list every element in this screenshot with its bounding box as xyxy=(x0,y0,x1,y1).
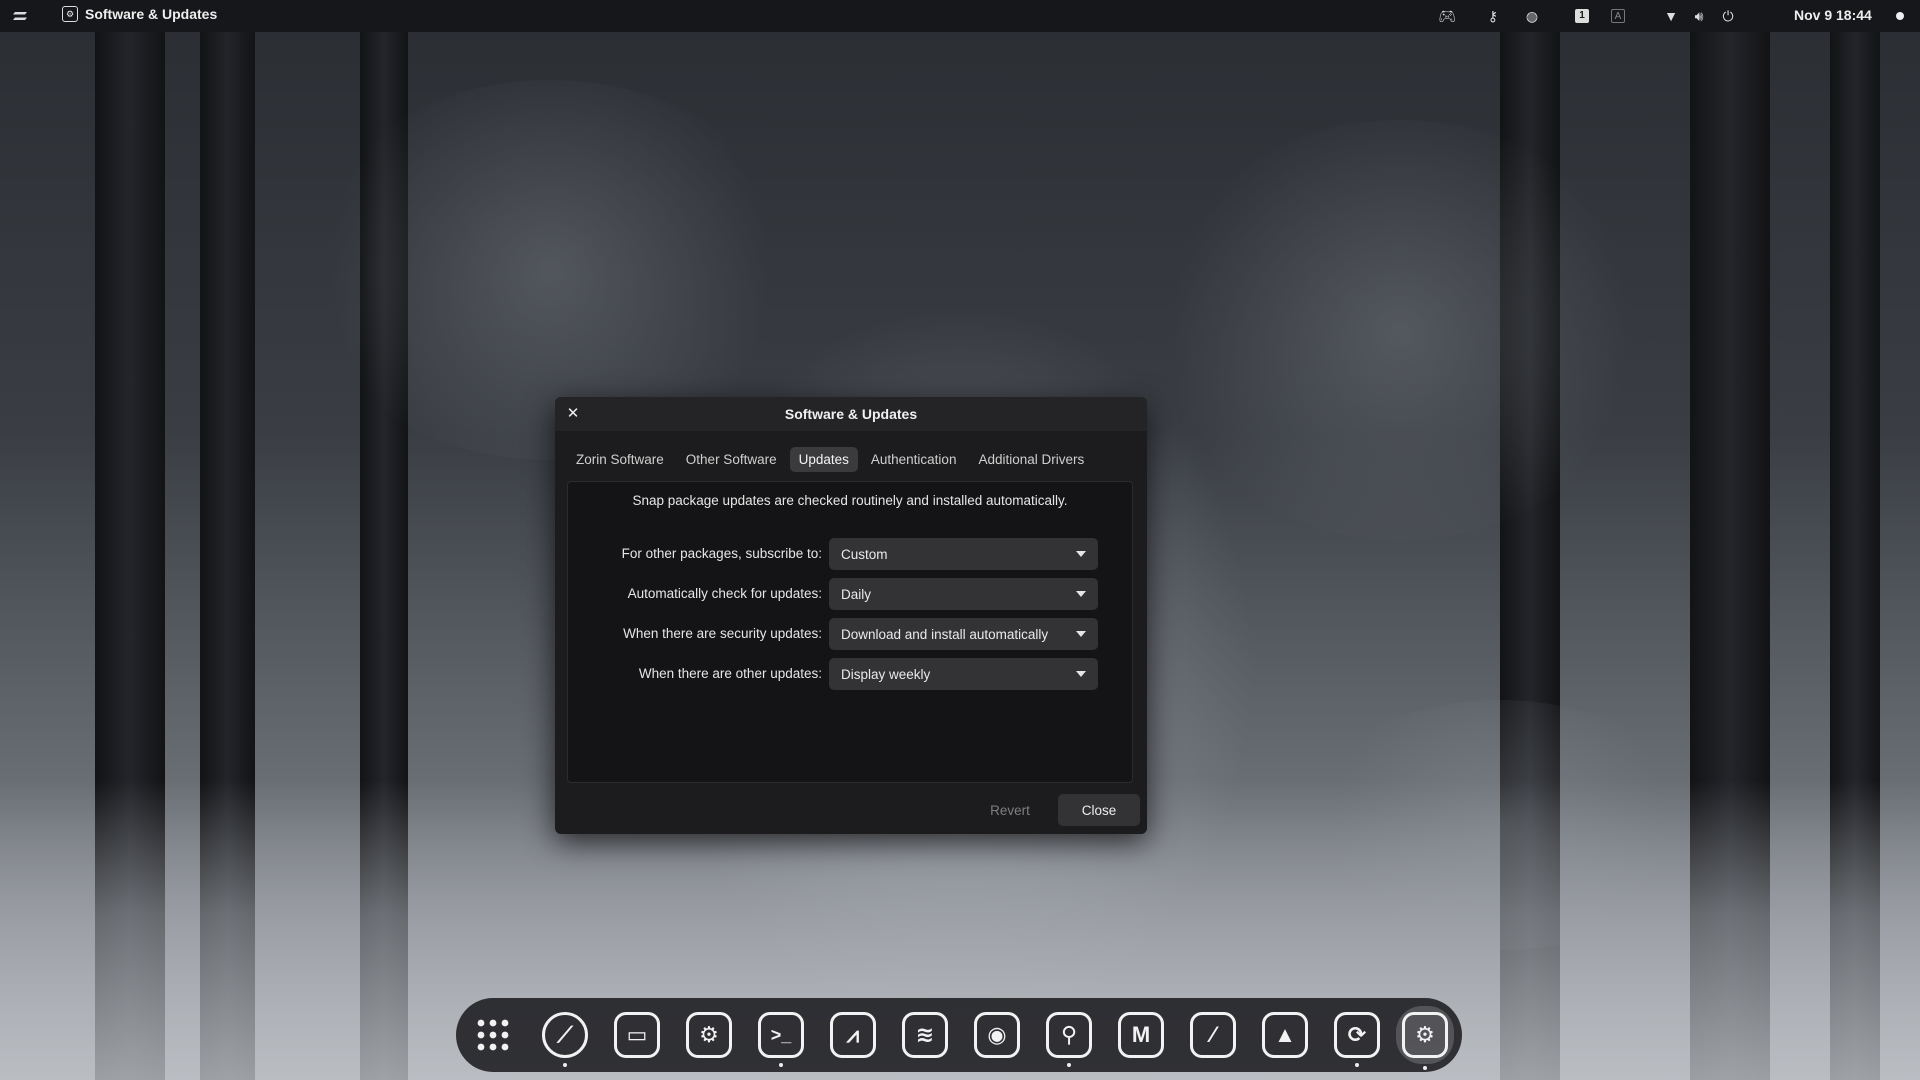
security-updates-dropdown[interactable]: Download and install automatically xyxy=(829,618,1098,650)
other-updates-value: Display weekly xyxy=(841,666,931,682)
check-updates-label: Automatically check for updates: xyxy=(627,586,822,601)
inkscape-icon: ▲ xyxy=(1262,1012,1308,1058)
tab-bar: Zorin Software Other Software Updates Au… xyxy=(567,447,1093,472)
dock-mastodon[interactable]: M xyxy=(1116,1009,1166,1061)
wifi-icon[interactable]: ▼ xyxy=(1662,7,1680,25)
software-updates-icon: ⚙ xyxy=(62,6,78,22)
browser-compass-icon: ⟋ xyxy=(542,1012,588,1058)
power-icon[interactable]: ⏻ xyxy=(1719,7,1737,25)
active-app-title: Software & Updates xyxy=(85,6,218,22)
dock-window[interactable]: ▭ xyxy=(612,1009,662,1061)
dock-terminal[interactable]: >_ xyxy=(756,1009,806,1067)
other-updates-row: When there are other updates: Display we… xyxy=(568,658,1134,690)
chevron-down-icon xyxy=(1076,551,1086,557)
dock: ⟋ ▭ ⚙ >_ ⩘ ≋ ◉ ⚲ M ⁄ ▲ ⟳ ⚙ xyxy=(456,998,1462,1072)
window-icon: ▭ xyxy=(614,1012,660,1058)
other-updates-dropdown[interactable]: Display weekly xyxy=(829,658,1098,690)
notification-dot[interactable] xyxy=(1896,12,1904,20)
settings-tools-icon: ⚙ xyxy=(686,1012,732,1058)
mastodon-icon: M xyxy=(1118,1012,1164,1058)
tab-additional-drivers[interactable]: Additional Drivers xyxy=(969,447,1093,472)
dialog-title: Software & Updates xyxy=(784,406,918,422)
key-icon[interactable]: ⚷ xyxy=(1484,7,1502,25)
updates-panel: Snap package updates are checked routine… xyxy=(567,481,1133,783)
chevron-down-icon xyxy=(1076,671,1086,677)
keyboard-layout-icon[interactable]: 1 xyxy=(1573,7,1591,25)
dock-drawing-app[interactable]: ⩘ xyxy=(828,1009,878,1061)
tab-updates[interactable]: Updates xyxy=(789,447,858,472)
dock-settings-tools[interactable]: ⚙ xyxy=(684,1009,734,1061)
tab-authentication[interactable]: Authentication xyxy=(862,447,966,472)
spotify-icon: ≋ xyxy=(902,1012,948,1058)
revert-button[interactable]: Revert xyxy=(979,794,1041,826)
top-bar: ⚙ Software & Updates 🎮︎ ⚷ ◍ 1 A ▼ 🔊︎ ⏻ N… xyxy=(0,0,1920,32)
close-icon[interactable]: ✕ xyxy=(565,406,581,422)
security-updates-row: When there are security updates: Downloa… xyxy=(568,618,1134,650)
security-updates-value: Download and install automatically xyxy=(841,626,1049,642)
clock[interactable]: Nov 9 18:44 xyxy=(1794,7,1872,23)
dock-app-grid[interactable] xyxy=(468,1009,518,1061)
check-updates-value: Daily xyxy=(841,586,872,602)
subscribe-row: For other packages, subscribe to: Custom xyxy=(568,538,1134,570)
terminal-icon: >_ xyxy=(758,1012,804,1058)
check-updates-row: Automatically check for updates: Daily xyxy=(568,578,1134,610)
input-method-icon[interactable]: A xyxy=(1609,7,1627,25)
volume-icon[interactable]: 🔊︎ xyxy=(1690,7,1708,25)
chevron-down-icon xyxy=(1076,591,1086,597)
dock-steam[interactable]: ⚲ xyxy=(1044,1009,1094,1067)
dock-software-updates[interactable]: ⚙ xyxy=(1396,1006,1454,1070)
software-updates-icon: ⚙ xyxy=(1402,1012,1448,1058)
steam-icon: ⚲ xyxy=(1046,1012,1092,1058)
software-updates-dialog: ✕ Software & Updates Zorin Software Othe… xyxy=(555,397,1147,834)
drawing-app-icon: ⩘ xyxy=(830,1012,876,1058)
dock-browser[interactable]: ⟋ xyxy=(540,1009,590,1067)
subscribe-value: Custom xyxy=(841,546,888,562)
dock-inkscape[interactable]: ▲ xyxy=(1260,1009,1310,1061)
snap-notice: Snap package updates are checked routine… xyxy=(632,493,1068,508)
brush-icon: ⁄ xyxy=(1190,1012,1236,1058)
tab-zorin-software[interactable]: Zorin Software xyxy=(567,447,673,472)
chevron-down-icon xyxy=(1076,631,1086,637)
subscribe-label: For other packages, subscribe to: xyxy=(621,546,822,561)
dock-spotify[interactable]: ≋ xyxy=(900,1009,950,1061)
close-button[interactable]: Close xyxy=(1058,794,1140,826)
messenger-icon[interactable]: ◍ xyxy=(1523,7,1541,25)
zorin-menu-icon[interactable] xyxy=(12,7,30,25)
gamepad-icon[interactable]: 🎮︎ xyxy=(1438,7,1456,25)
check-updates-dropdown[interactable]: Daily xyxy=(829,578,1098,610)
subscribe-dropdown[interactable]: Custom xyxy=(829,538,1098,570)
dialog-titlebar[interactable]: ✕ Software & Updates xyxy=(555,397,1147,431)
security-updates-label: When there are security updates: xyxy=(623,626,822,641)
sync-icon: ⟳ xyxy=(1334,1012,1380,1058)
tab-other-software[interactable]: Other Software xyxy=(677,447,786,472)
speaker-icon: ◉ xyxy=(974,1012,1020,1058)
app-grid-icon xyxy=(470,1012,516,1058)
dock-brush[interactable]: ⁄ xyxy=(1188,1009,1238,1061)
dock-speaker[interactable]: ◉ xyxy=(972,1009,1022,1061)
active-app[interactable]: ⚙ Software & Updates xyxy=(62,6,217,22)
dock-sync[interactable]: ⟳ xyxy=(1332,1009,1382,1067)
other-updates-label: When there are other updates: xyxy=(638,666,822,681)
